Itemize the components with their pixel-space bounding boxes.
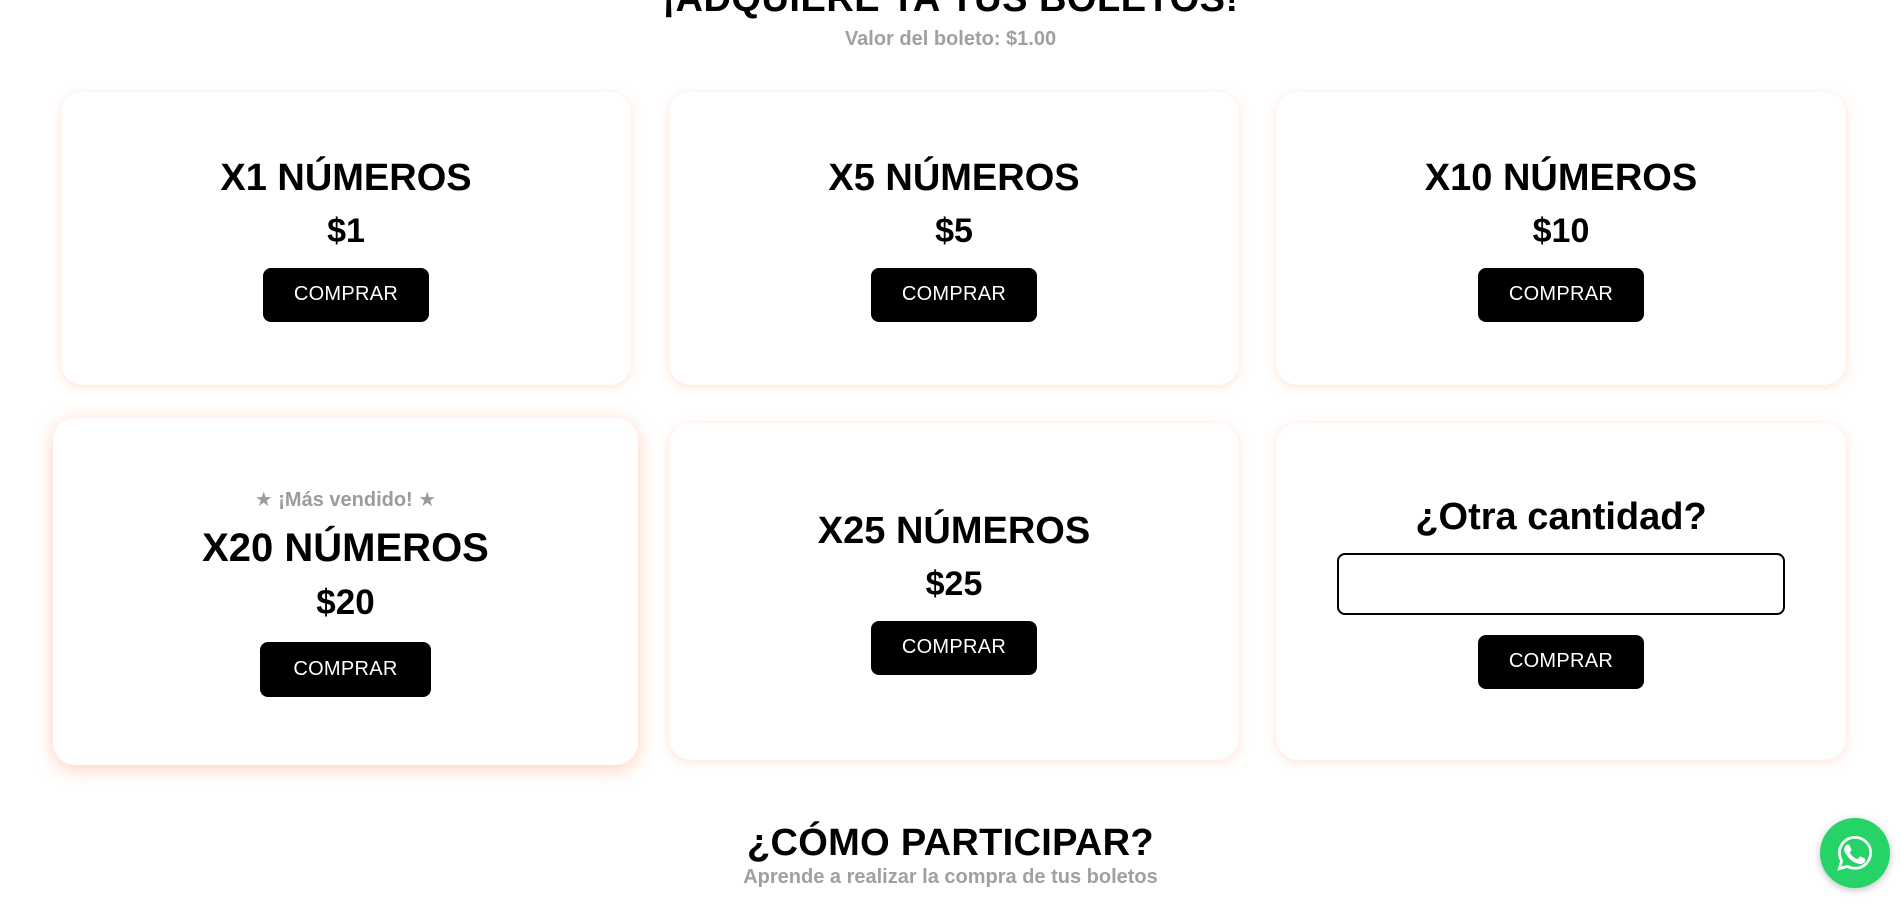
best-seller-badge: ★ ¡Más vendido! ★: [254, 488, 437, 511]
whatsapp-button[interactable]: [1820, 818, 1890, 888]
package-price: $20: [316, 582, 375, 622]
buy-button-x10[interactable]: COMPRAR: [1478, 267, 1644, 322]
package-price: $10: [1532, 211, 1590, 250]
package-card-x5: X5 NÚMEROS $5 COMPRAR: [669, 92, 1239, 385]
custom-quantity-input[interactable]: [1337, 552, 1785, 615]
package-title: X20 NÚMEROS: [202, 525, 489, 570]
buy-button-x5[interactable]: COMPRAR: [871, 267, 1037, 322]
package-card-x1: X1 NÚMEROS $1 COMPRAR: [61, 92, 631, 385]
buy-button-x1[interactable]: COMPRAR: [263, 267, 429, 322]
section-title: ¡ADQUIERE YA TUS BOLETOS!: [0, 0, 1901, 22]
how-to-subtitle: Aprende a realizar la compra de tus bole…: [743, 866, 1158, 888]
whatsapp-icon: [1837, 835, 1873, 871]
package-card-x10: X10 NÚMEROS $10 COMPRAR: [1276, 92, 1846, 385]
package-title: X1 NÚMEROS: [220, 156, 472, 199]
buy-button-x25[interactable]: COMPRAR: [871, 620, 1037, 675]
package-card-x25: X25 NÚMEROS $25 COMPRAR: [669, 423, 1239, 760]
package-price: $25: [925, 564, 983, 603]
page: ¡ADQUIERE YA TUS BOLETOS! Valor del bole…: [0, 0, 1901, 905]
package-title: X5 NÚMEROS: [828, 156, 1080, 199]
ticket-value-text: Valor del boleto: $1.00: [844, 28, 1057, 50]
buy-button-custom[interactable]: COMPRAR: [1478, 634, 1644, 689]
custom-quantity-title: ¿Otra cantidad?: [1415, 495, 1707, 538]
package-price: $5: [935, 211, 973, 250]
how-to-title: ¿CÓMO PARTICIPAR?: [747, 822, 1154, 864]
package-title: X25 NÚMEROS: [817, 509, 1091, 552]
package-title: X10 NÚMEROS: [1424, 156, 1698, 199]
package-price: $1: [327, 211, 365, 250]
buy-button-x20[interactable]: COMPRAR: [260, 641, 431, 697]
custom-quantity-card: ¿Otra cantidad? COMPRAR: [1276, 423, 1846, 760]
package-card-x20: ★ ¡Más vendido! ★ X20 NÚMEROS $20 COMPRA…: [53, 418, 638, 765]
